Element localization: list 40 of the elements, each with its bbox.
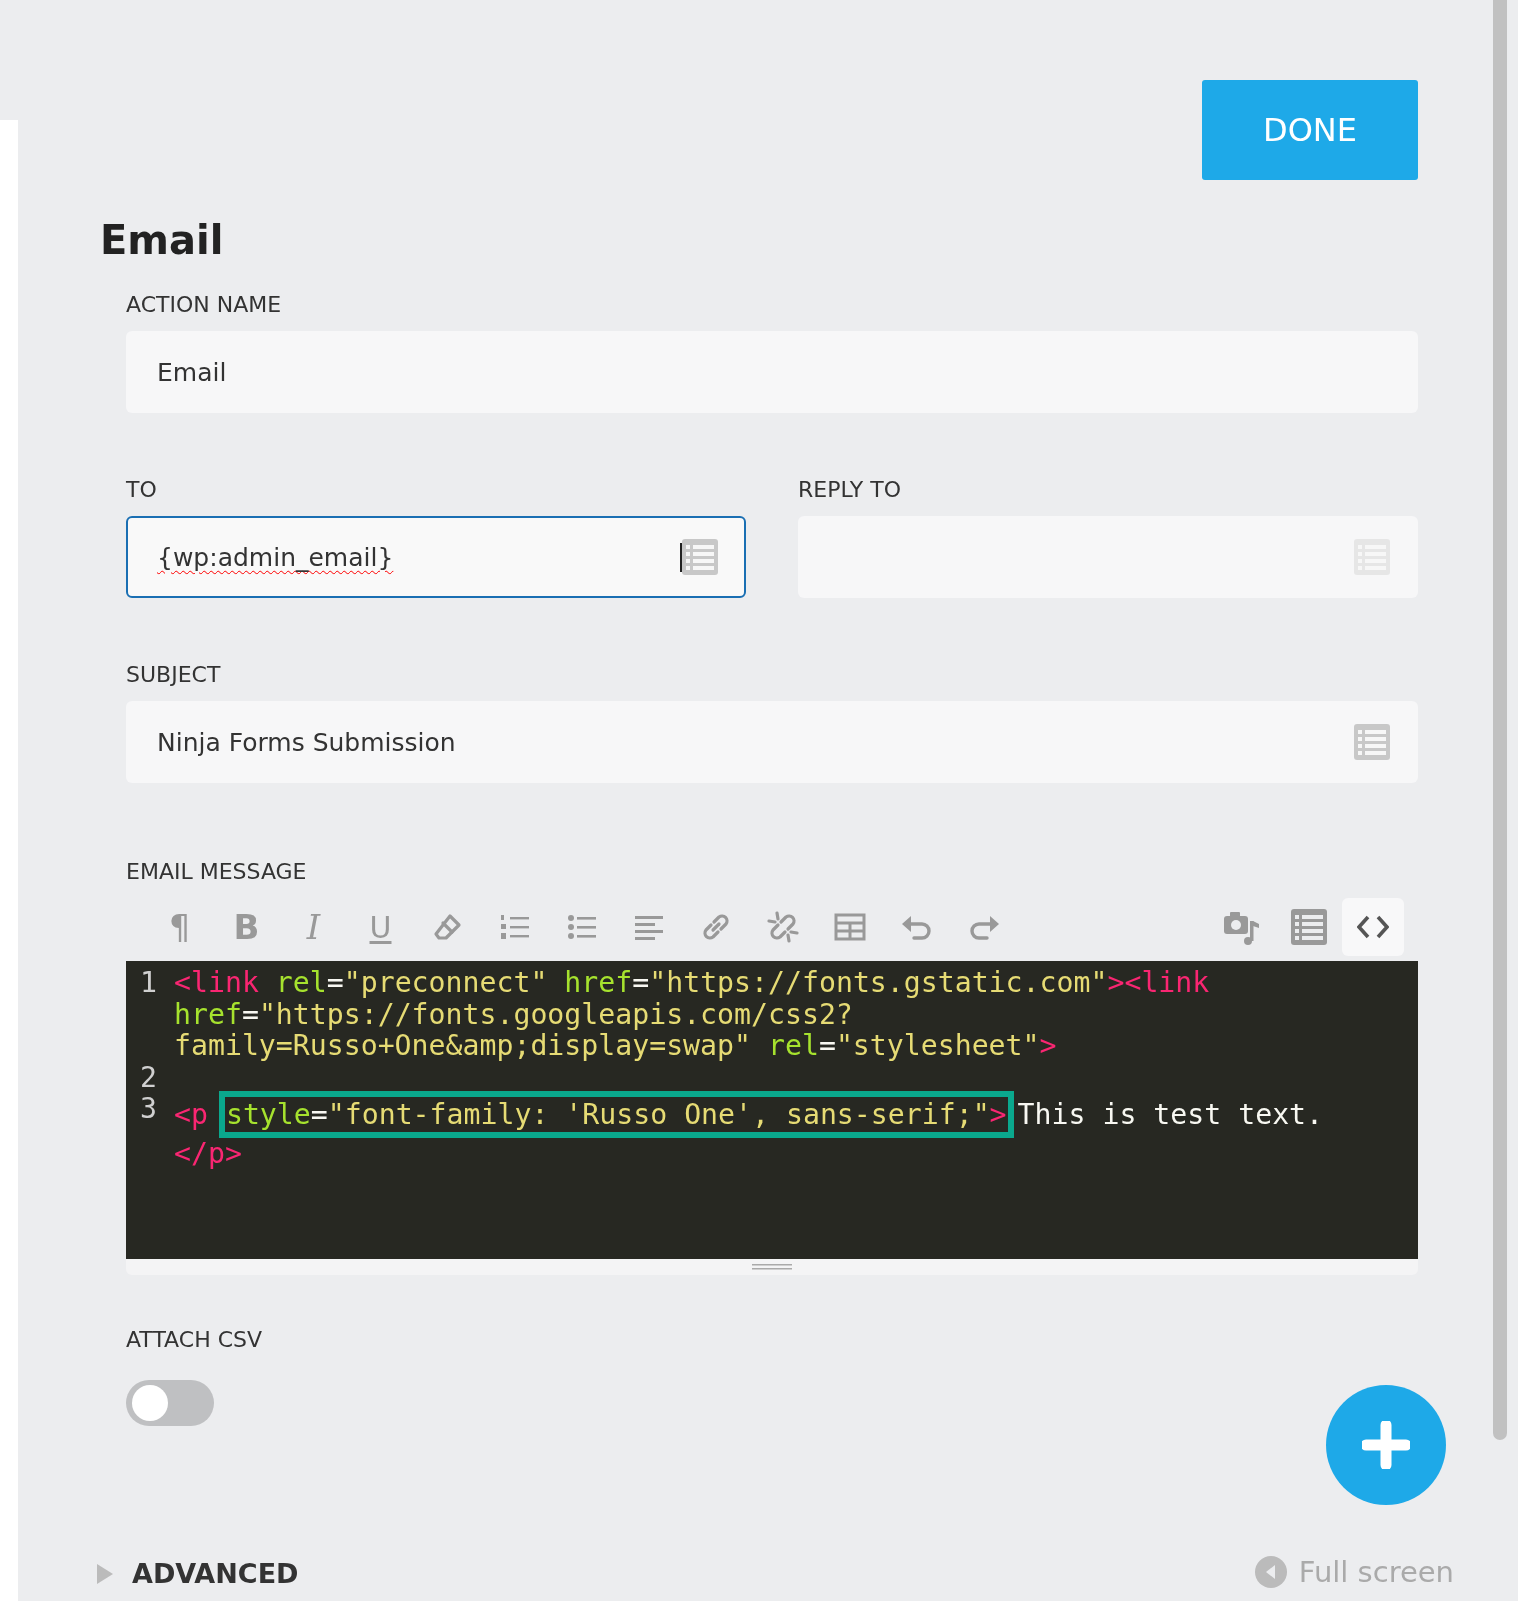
resize-handle-icon xyxy=(752,1263,792,1271)
code-view-button[interactable] xyxy=(1342,898,1404,956)
field-label: EMAIL MESSAGE xyxy=(126,859,307,884)
list-icon xyxy=(1290,909,1327,945)
line-number: 3 xyxy=(140,1093,158,1127)
text-field[interactable]: Email xyxy=(126,331,1418,413)
text-field[interactable]: {wp:admin_email} xyxy=(126,516,746,598)
field-label: ATTACH CSV xyxy=(126,1327,263,1352)
eraser-icon xyxy=(432,912,463,942)
field-label: REPLY TO xyxy=(798,477,901,502)
field-label: ACTION NAME xyxy=(126,292,282,317)
section-title: Email xyxy=(100,218,224,262)
plus-icon xyxy=(1362,1421,1410,1469)
full-screen-link[interactable]: Full screen xyxy=(1254,1555,1454,1589)
code-line: <link rel="preconnect" href="https://fonts.gstatic.com"><link xyxy=(174,967,1210,999)
advanced-toggle[interactable]: ADVANCED xyxy=(96,1558,299,1589)
line-number: 1 xyxy=(140,967,158,1001)
text-field[interactable]: Ninja Forms Submission xyxy=(126,701,1418,783)
code-icon xyxy=(1357,914,1389,940)
bullet-list-icon xyxy=(566,912,597,942)
broken-link-icon xyxy=(765,910,800,944)
table-icon xyxy=(833,912,866,942)
toggle-switch[interactable] xyxy=(126,1380,214,1426)
field-label: TO xyxy=(126,477,157,502)
field-label: SUBJECT xyxy=(126,662,221,687)
code-editor[interactable] xyxy=(126,961,1418,1259)
code-line: </p> xyxy=(174,1138,243,1170)
done-button[interactable]: DONE xyxy=(1202,80,1418,180)
code-line: href="https://fonts.googleapis.com/css2? xyxy=(174,998,853,1030)
paragraph-button[interactable]: ¶ xyxy=(146,898,213,956)
code-line: family=Russo+One&amp;display=swap" rel="stylesheet"> xyxy=(174,1030,1058,1062)
bold-button[interactable]: B xyxy=(213,898,280,956)
line-number: 2 xyxy=(140,1061,158,1093)
caret-icon xyxy=(96,1562,114,1585)
camera-music-icon xyxy=(1222,909,1261,945)
underline-button[interactable]: U xyxy=(347,898,414,956)
italic-button[interactable]: I xyxy=(280,898,347,956)
back-icon xyxy=(1254,1556,1287,1588)
numbered-list-icon xyxy=(499,912,530,942)
scrollbar-thumb[interactable] xyxy=(1493,0,1507,1440)
